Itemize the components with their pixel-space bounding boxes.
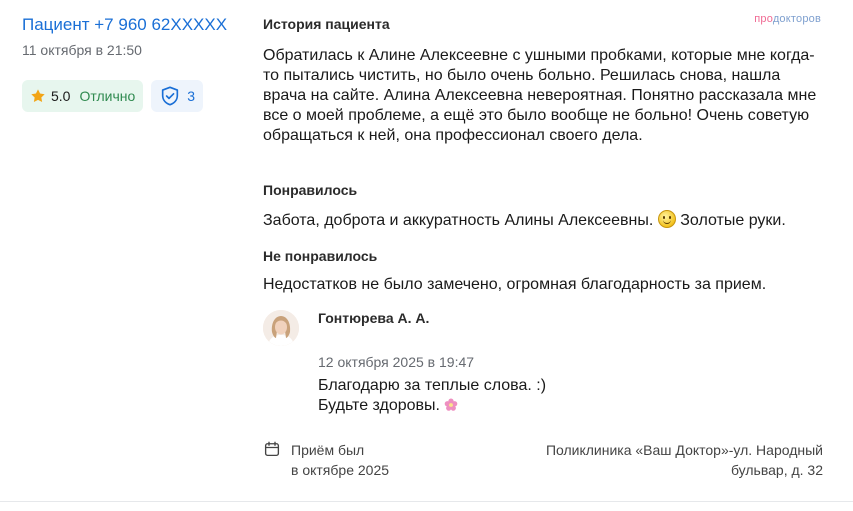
visit-info: Приём был в октябре 2025 [263,440,389,480]
star-icon [31,89,45,102]
liked-text: Забота, доброта и аккуратность Алины Але… [263,210,786,229]
patient-name-link[interactable]: Пациент +7 960 62XXXXX [22,14,242,36]
review-body: История пациента Обратилась к Алине Алек… [263,14,823,293]
disliked-text: Недостатков не было замечено, огромная б… [263,276,767,293]
doctor-name: Гонтюрева А. А. [318,310,430,326]
doctor-avatar [263,310,299,346]
review-date: 11 октября в 21:50 [22,42,142,58]
story-heading: История пациента [263,16,390,32]
liked-heading: Понравилось [263,182,358,198]
divider [0,501,853,502]
reply-text: Благодарю за теплые слова. :) Будьте здо… [318,376,546,416]
shield-check-icon [162,86,179,106]
rating-grade: Отлично [79,88,136,104]
smile-emoji-icon [657,210,676,228]
reply-line-1: Благодарю за теплые слова. :) [318,377,547,394]
verification-badge[interactable]: 3 [151,80,204,112]
rating-value: 5.0 [51,88,71,104]
calendar-icon [264,441,280,457]
clinic-address[interactable]: Поликлиника «Ваш Доктор»-ул. Народный бу… [493,440,823,480]
reply-line-2: Будьте здоровы. [318,396,546,416]
story-text: Обратилась к Алине Алексеевне с ушными п… [263,47,817,144]
review-author: Пациент +7 960 62XXXXX 11 октября в 21:5… [22,14,242,112]
review-badges: 5.0 Отлично 3 [22,80,242,112]
visit-line-2: в октябре 2025 [291,462,390,478]
verification-count: 3 [187,88,196,104]
reply-date: 12 октября 2025 в 19:47 [318,354,475,370]
flower-emoji-icon [445,398,458,411]
rating-badge: 5.0 Отлично [22,80,144,112]
disliked-heading: Не понравилось [263,248,378,264]
visit-line-1: Приём был [291,442,365,458]
